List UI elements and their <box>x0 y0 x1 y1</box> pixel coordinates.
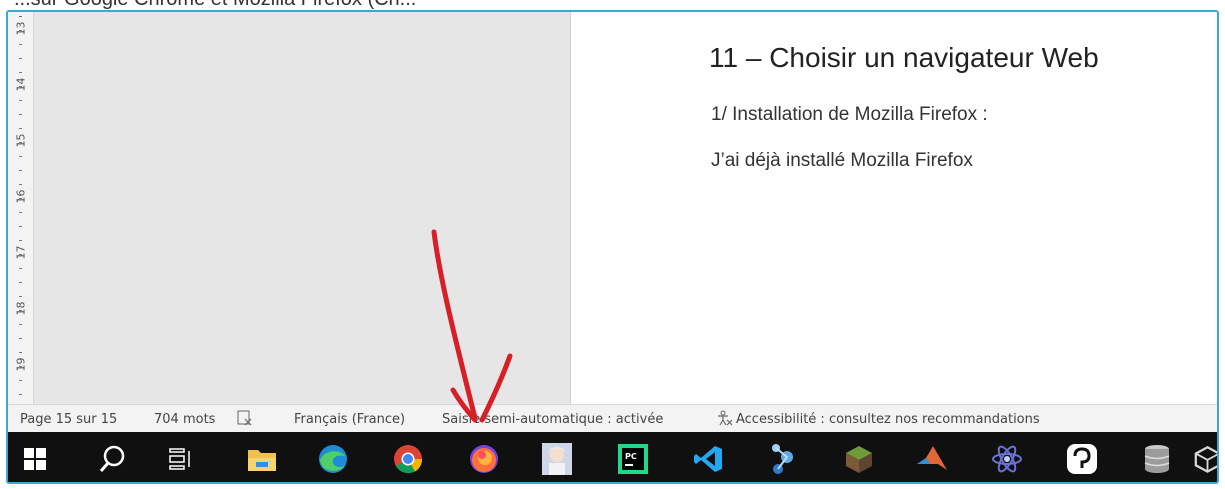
status-word-count[interactable]: 704 mots <box>154 412 215 427</box>
ruler-tick <box>19 310 22 311</box>
ruler-tick <box>19 156 22 157</box>
vscode-icon[interactable] <box>689 440 727 478</box>
ruler-number-13: 13 <box>14 21 28 36</box>
ruler-tick <box>19 282 22 283</box>
pycharm-label: PC <box>625 452 637 461</box>
proofing-icon[interactable] <box>237 410 253 430</box>
ruler-tick <box>19 380 22 381</box>
windows-start-icon[interactable] <box>16 440 54 478</box>
atom-app-icon[interactable] <box>988 440 1026 478</box>
ruler-tick <box>19 142 22 143</box>
status-language[interactable]: Français (France) <box>294 412 405 427</box>
document-heading: 11 – Choisir un navigateur Web <box>709 42 1099 73</box>
status-bar: Page 15 sur 15 704 mots Français (France… <box>8 404 1217 433</box>
ruler-number-14: 14 <box>14 77 28 92</box>
document-background <box>34 12 570 404</box>
ruler-tick <box>19 394 22 395</box>
ruler-tick <box>19 352 22 353</box>
ruler-tick <box>19 240 22 241</box>
ruler-tick <box>19 100 22 101</box>
task-view-icon[interactable] <box>162 440 200 478</box>
ruler-tick <box>19 184 22 185</box>
anime-app-icon[interactable] <box>538 440 576 478</box>
ruler-tick <box>19 198 22 199</box>
ruler-tick <box>19 16 22 17</box>
ruler-tick <box>19 366 22 367</box>
ruler-number-19: 19 <box>14 357 28 372</box>
chrome-icon[interactable] <box>389 440 427 478</box>
ruler-tick <box>19 212 22 213</box>
ruler-tick <box>19 72 22 73</box>
accessibility-icon[interactable] <box>716 410 734 430</box>
ruler-tick <box>19 30 22 31</box>
ruler-tick <box>19 338 22 339</box>
firefox-icon[interactable] <box>465 440 503 478</box>
ruler-tick <box>19 128 22 129</box>
ruler-number-15: 15 <box>14 133 28 148</box>
file-explorer-icon[interactable] <box>243 440 281 478</box>
network-app-icon[interactable] <box>764 440 802 478</box>
screenshot-frame: 13 14 15 16 17 18 19 11 – Choisir un nav… <box>6 10 1219 484</box>
matlab-icon[interactable] <box>913 440 951 478</box>
minecraft-icon[interactable] <box>840 440 878 478</box>
ruler-tick <box>19 296 22 297</box>
status-autocomplete[interactable]: Saisie semi-automatique : activée <box>442 412 663 427</box>
ruler-number-18: 18 <box>14 301 28 316</box>
status-accessibility[interactable]: Accessibilité : consultez nos recommanda… <box>736 412 1040 427</box>
windows-taskbar: PC <box>8 432 1217 482</box>
vertical-ruler[interactable]: 13 14 15 16 17 18 19 <box>8 12 34 404</box>
ruler-number-17: 17 <box>14 245 28 260</box>
pycharm-icon[interactable]: PC <box>614 440 652 478</box>
edge-icon[interactable] <box>314 440 352 478</box>
top-clipped-text: ...sur Google Chrome et Mozilla Firefox … <box>0 0 1225 10</box>
ruler-tick <box>19 324 22 325</box>
ruler-tick <box>19 86 22 87</box>
document-paragraph-installed: J’ai déjà installé Mozilla Firefox <box>711 150 973 171</box>
ruler-tick <box>19 254 22 255</box>
status-page-count[interactable]: Page 15 sur 15 <box>20 412 117 427</box>
ruler-tick <box>19 268 22 269</box>
search-icon[interactable] <box>94 440 132 478</box>
document-page[interactable]: 11 – Choisir un navigateur Web 1/ Instal… <box>570 12 1217 404</box>
ruler-tick <box>19 114 22 115</box>
speech-app-icon[interactable] <box>1063 440 1101 478</box>
clipped-caption: ...sur Google Chrome et Mozilla Firefox … <box>14 0 416 10</box>
database-icon[interactable] <box>1138 440 1176 478</box>
ruler-number-16: 16 <box>14 189 28 204</box>
document-paragraph-installation: 1/ Installation de Mozilla Firefox : <box>711 104 988 125</box>
ruler-tick <box>19 44 22 45</box>
ruler-tick <box>19 58 22 59</box>
ruler-tick <box>19 226 22 227</box>
ruler-tick <box>19 170 22 171</box>
virtualbox-icon[interactable] <box>1194 440 1217 478</box>
